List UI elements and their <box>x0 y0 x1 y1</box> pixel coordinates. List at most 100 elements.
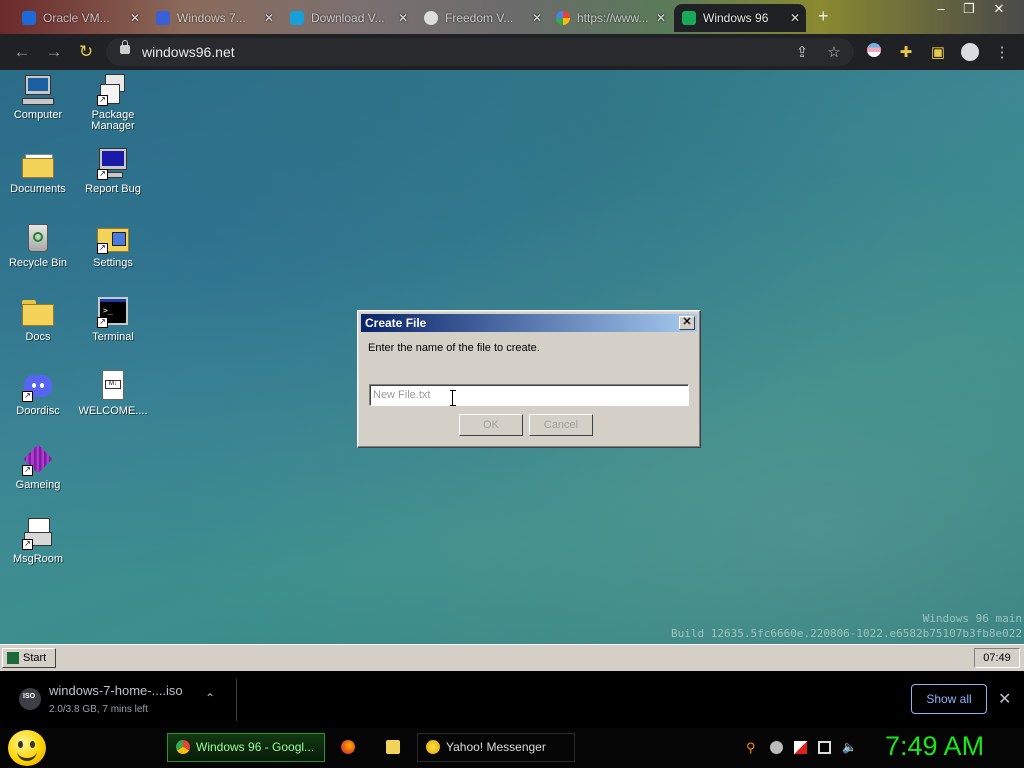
desktop-icon-terminal[interactable]: >_ ↗ Terminal <box>75 296 151 343</box>
tab-freedom[interactable]: Freedom V... ✕ <box>416 4 548 32</box>
tab-oracle-vm[interactable]: Oracle VM... ✕ <box>14 4 146 32</box>
show-all-button[interactable]: Show all <box>911 684 987 714</box>
settings-folder-icon: ↗ <box>97 222 129 254</box>
msgroom-icon: ↗ <box>22 518 54 550</box>
dialog-title: Create File <box>365 316 427 330</box>
extensions-puzzle-icon[interactable]: ✚ <box>896 43 916 61</box>
minimize-icon[interactable]: – <box>926 0 956 18</box>
lock-icon <box>120 40 130 54</box>
menu-dots-icon[interactable]: ⋮ <box>992 43 1012 61</box>
task-label: Windows 96 - Googl... <box>196 740 315 754</box>
icon-label: Docs <box>25 331 51 343</box>
terminal-icon: >_ ↗ <box>97 296 129 328</box>
tab-windows-96[interactable]: Windows 96 ✕ <box>674 4 806 32</box>
download-filename[interactable]: windows-7-home-....iso <box>49 683 183 698</box>
start-label: Start <box>23 652 47 664</box>
task-label: Yahoo! Messenger <box>446 740 546 754</box>
tab-windows-7[interactable]: Windows 7... ✕ <box>148 4 280 32</box>
close-shelf-icon[interactable]: ✕ <box>998 689 1011 709</box>
site-icon <box>290 11 304 25</box>
iso-file-icon <box>19 688 41 710</box>
cancel-button[interactable]: Cancel <box>529 414 593 436</box>
desktop-icon-doordisc[interactable]: ↗ Doordisc <box>0 370 76 417</box>
action-center-flag-icon[interactable] <box>794 741 807 754</box>
recycle-bin-icon <box>22 222 54 254</box>
system-clock[interactable]: 7:49 AM <box>885 731 984 762</box>
shortcut-arrow-icon: ↗ <box>22 465 33 476</box>
dialog-titlebar[interactable]: Create File ✕ <box>361 314 697 332</box>
restore-icon[interactable]: ❐ <box>954 0 984 18</box>
reload-icon[interactable]: ↻ <box>76 42 96 62</box>
desktop-icon-computer[interactable]: Computer <box>0 74 76 121</box>
desktop-icon-docs[interactable]: Docs <box>0 296 76 343</box>
address-bar[interactable]: windows96.net <box>106 38 854 66</box>
folder-documents-icon <box>22 148 54 180</box>
shortcut-arrow-icon: ↗ <box>22 539 33 550</box>
text-cursor-icon <box>450 390 456 406</box>
windows96-icon <box>682 11 696 25</box>
profile-avatar-icon[interactable] <box>960 43 980 65</box>
messenger-tray-icon[interactable] <box>770 741 783 754</box>
explorer-folder-icon[interactable] <box>386 740 400 754</box>
desktop-icon-package-manager[interactable]: ↗ Package Manager <box>75 74 151 132</box>
desktop-icon-report-bug[interactable]: ↗ Report Bug <box>75 148 151 195</box>
close-icon[interactable]: ✕ <box>656 11 666 25</box>
browser-tab-strip: Oracle VM... ✕ Windows 7... ✕ Download V… <box>0 0 1024 34</box>
icon-label: Terminal <box>92 331 134 343</box>
folder-icon <box>22 296 54 328</box>
back-arrow-icon[interactable]: ← <box>12 42 32 62</box>
shortcut-arrow-icon: ↗ <box>97 95 108 106</box>
network-icon[interactable] <box>818 741 831 754</box>
tab-google[interactable]: https://www... ✕ <box>548 4 672 32</box>
cube-game-icon: ↗ <box>22 444 54 476</box>
tab-label: Freedom V... <box>445 11 514 25</box>
bookmark-star-icon[interactable]: ☆ <box>824 43 844 61</box>
shortcut-arrow-icon: ↗ <box>97 317 108 328</box>
close-icon[interactable]: ✕ <box>790 11 800 25</box>
download-shelf: windows-7-home-....iso 2.0/3.8 GB, 7 min… <box>0 671 1024 728</box>
close-icon[interactable]: ✕ <box>398 11 408 25</box>
new-tab-button[interactable]: + <box>818 6 829 27</box>
icon-label: Recycle Bin <box>8 257 68 269</box>
chrome-icon <box>176 740 190 754</box>
package-icon: ↗ <box>97 74 129 106</box>
shortcut-arrow-icon: ↗ <box>97 169 108 180</box>
host-taskbar: Windows 96 - Googl... Yahoo! Messenger ⚲… <box>0 728 1024 768</box>
task-chrome-windows96[interactable]: Windows 96 - Googl... <box>167 733 325 762</box>
window-close-icon[interactable]: ✕ <box>984 0 1014 18</box>
extension-flag-icon[interactable] <box>864 43 884 61</box>
shortcut-arrow-icon: ↗ <box>97 243 108 254</box>
browser-toolbar: ← → ↻ windows96.net ⇪ ☆ ✚ ▣ ⋮ <box>0 34 1024 70</box>
build-number: Build 12635.5fc6660e.220806-1022.e6582b7… <box>671 627 1022 640</box>
icon-label: Documents <box>10 183 66 195</box>
dialog-close-button[interactable]: ✕ <box>679 316 695 330</box>
start-button[interactable]: Start <box>2 648 56 668</box>
virtualbox-icon <box>22 11 36 25</box>
tab-download[interactable]: Download V... ✕ <box>282 4 414 32</box>
share-icon[interactable]: ⇪ <box>792 43 812 61</box>
desktop-icon-msgroom[interactable]: ↗ MsgRoom <box>0 518 76 565</box>
markdown-file-icon: M↓ <box>97 370 129 402</box>
firefox-icon[interactable] <box>341 740 355 754</box>
smiley-start-icon[interactable] <box>8 730 46 766</box>
search-icon[interactable]: ⚲ <box>746 741 759 754</box>
task-yahoo-messenger[interactable]: Yahoo! Messenger <box>417 733 575 762</box>
close-icon[interactable]: ✕ <box>130 11 140 25</box>
desktop-icon-welcome[interactable]: M↓ WELCOME.... <box>75 370 151 417</box>
win96-taskbar: Start 07:49 <box>0 644 1024 671</box>
desktop-icon-documents[interactable]: Documents <box>0 148 76 195</box>
chevron-up-icon[interactable]: ⌃ <box>205 691 215 705</box>
desktop-icon-recycle-bin[interactable]: Recycle Bin <box>0 222 76 269</box>
desktop-icon-gameing[interactable]: ↗ Gameing <box>0 444 76 491</box>
filename-input[interactable] <box>369 384 689 406</box>
volume-icon[interactable]: 🔈 <box>842 741 857 754</box>
forward-arrow-icon[interactable]: → <box>44 42 64 62</box>
ok-button[interactable]: OK <box>459 414 523 436</box>
side-panel-icon[interactable]: ▣ <box>928 43 948 61</box>
taskbar-clock: 07:49 <box>974 648 1020 668</box>
close-icon[interactable]: ✕ <box>532 11 542 25</box>
download-status: 2.0/3.8 GB, 7 mins left <box>49 704 148 715</box>
desktop-icon-settings[interactable]: ↗ Settings <box>75 222 151 269</box>
close-icon[interactable]: ✕ <box>264 11 274 25</box>
icon-label: Settings <box>93 257 133 269</box>
